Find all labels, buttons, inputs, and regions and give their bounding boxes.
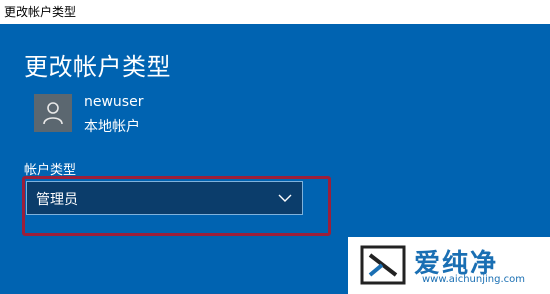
user-icon — [43, 102, 63, 125]
account-type-dropdown[interactable]: 管理员 — [26, 181, 303, 215]
watermark-url: www.aichunjing.com — [422, 274, 525, 285]
watermark-logo-icon — [360, 245, 406, 285]
watermark: 爱纯净 www.aichunjing.com — [348, 237, 550, 294]
chevron-down-icon — [278, 194, 292, 202]
window-titlebar: 更改帐户类型 — [0, 0, 550, 25]
account-type-selected: 管理员 — [36, 192, 78, 208]
page-title: 更改帐户类型 — [24, 53, 171, 81]
user-account-type: 本地帐户 — [84, 119, 140, 135]
window-title: 更改帐户类型 — [4, 5, 77, 19]
user-name: newuser — [84, 94, 144, 110]
avatar — [34, 94, 72, 132]
